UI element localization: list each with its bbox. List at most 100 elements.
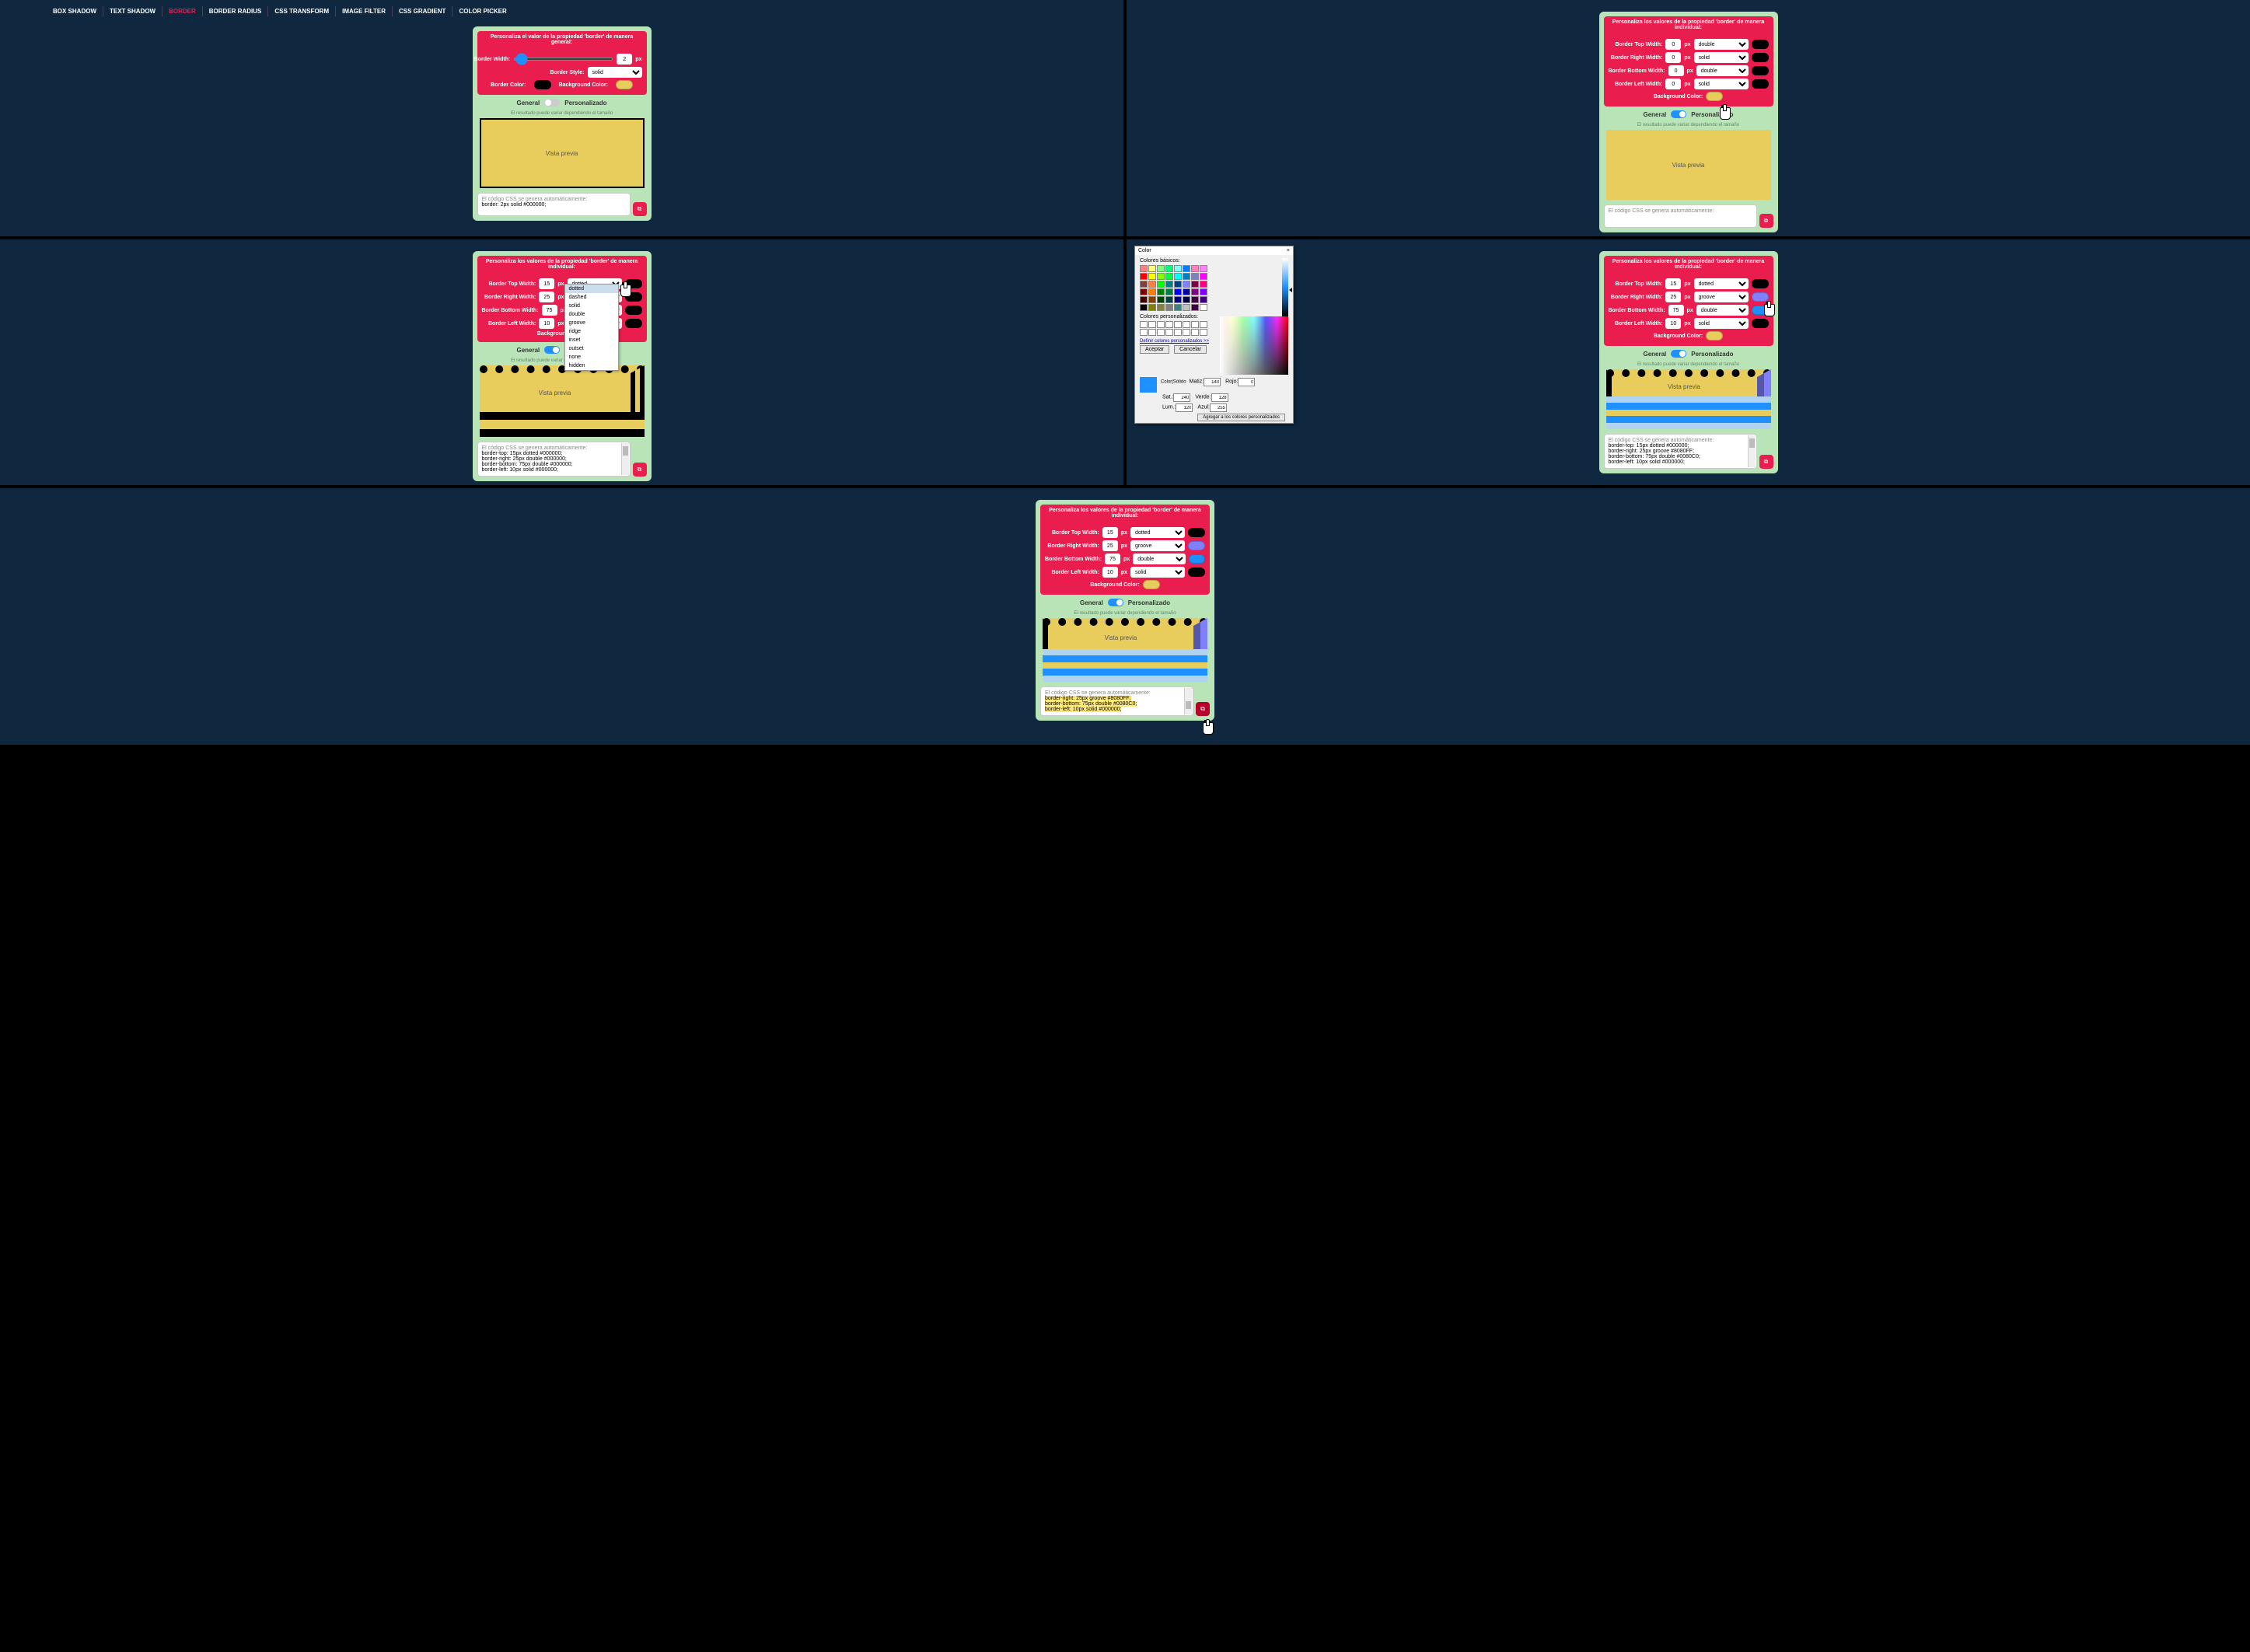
define-custom-link[interactable]: Definir colores personalizados >> [1140, 339, 1214, 344]
right-color-swatch[interactable] [1752, 53, 1769, 62]
right-width-input[interactable] [1665, 292, 1681, 302]
add-custom-button[interactable]: Agregar a los colores personalizados [1197, 414, 1285, 421]
copy-button[interactable]: ⧉ [1759, 214, 1773, 228]
nav-item-border[interactable]: BORDER [162, 6, 203, 16]
css-output[interactable]: El código CSS se genera automáticamente:… [477, 442, 631, 477]
swatch[interactable] [1140, 304, 1148, 311]
dropdown-option-solid[interactable]: solid [565, 302, 618, 310]
top-color-swatch[interactable] [1752, 279, 1769, 288]
custom-swatch[interactable] [1157, 329, 1165, 336]
accept-button[interactable]: Aceptar [1140, 345, 1169, 354]
nav-item-text-shadow[interactable]: TEXT SHADOW [103, 6, 162, 16]
swatch[interactable] [1165, 304, 1173, 311]
top-width-input[interactable] [1665, 39, 1681, 50]
swatch[interactable] [1183, 304, 1190, 311]
red-input[interactable] [1238, 378, 1255, 386]
swatch[interactable] [1183, 281, 1190, 288]
swatch[interactable] [1140, 296, 1148, 303]
swatch[interactable] [1191, 304, 1199, 311]
swatch[interactable] [1183, 296, 1190, 303]
copy-button[interactable]: ⧉ [1196, 702, 1210, 716]
bottom-width-input[interactable] [1668, 65, 1684, 76]
left-style-select[interactable]: solid [1694, 318, 1749, 329]
css-output[interactable]: El código CSS se genera automáticamente: [1604, 204, 1757, 228]
bg-color-swatch[interactable] [1706, 92, 1723, 101]
swatch[interactable] [1140, 273, 1148, 280]
left-width-input[interactable] [1665, 318, 1681, 329]
swatch[interactable] [1157, 273, 1165, 280]
bottom-color-swatch[interactable] [1189, 554, 1205, 564]
nav-item-box-shadow[interactable]: BOX SHADOW [47, 6, 103, 16]
dropdown-option-hidden[interactable]: hidden [565, 361, 618, 370]
custom-swatch[interactable] [1174, 329, 1182, 336]
dropdown-option-dashed[interactable]: dashed [565, 293, 618, 302]
border-color-swatch[interactable] [534, 80, 551, 89]
bg-color-swatch[interactable] [1143, 580, 1160, 589]
border-width-input[interactable] [617, 54, 632, 65]
bottom-width-input[interactable] [1668, 305, 1684, 316]
swatch[interactable] [1200, 273, 1207, 280]
swatch[interactable] [1200, 304, 1207, 311]
swatch[interactable] [1191, 281, 1199, 288]
swatch[interactable] [1191, 296, 1199, 303]
copy-button[interactable]: ⧉ [1759, 455, 1773, 469]
mode-toggle[interactable] [544, 346, 560, 354]
luminosity-slider[interactable] [1282, 258, 1288, 316]
left-width-input[interactable] [1102, 567, 1118, 578]
nav-item-image-filter[interactable]: IMAGE FILTER [336, 6, 393, 16]
swatch[interactable] [1157, 304, 1165, 311]
swatch[interactable] [1191, 265, 1199, 272]
dropdown-option-ridge[interactable]: ridge [565, 327, 618, 336]
bottom-color-swatch[interactable] [625, 306, 641, 315]
custom-swatch[interactable] [1140, 321, 1148, 328]
copy-button[interactable]: ⧉ [633, 202, 647, 216]
dropdown-option-inset[interactable]: inset [565, 336, 618, 344]
blue-input[interactable] [1210, 403, 1227, 412]
swatch[interactable] [1200, 288, 1207, 295]
swatch[interactable] [1200, 265, 1207, 272]
dropdown-option-dotted[interactable]: dotted [565, 285, 618, 293]
right-color-swatch[interactable] [1752, 292, 1769, 302]
swatch[interactable] [1191, 273, 1199, 280]
swatch[interactable] [1165, 273, 1173, 280]
css-output[interactable]: El código CSS se genera automáticamente:… [477, 193, 631, 216]
swatch[interactable] [1140, 288, 1148, 295]
top-width-input[interactable] [1665, 278, 1681, 289]
top-color-swatch[interactable] [1188, 528, 1205, 537]
swatch[interactable] [1157, 281, 1165, 288]
left-width-input[interactable] [539, 318, 554, 329]
nav-item-border-radius[interactable]: BORDER RADIUS [203, 6, 269, 16]
right-color-swatch[interactable] [1188, 541, 1205, 550]
basic-color-swatches[interactable] [1140, 265, 1214, 311]
custom-swatch[interactable] [1200, 329, 1207, 336]
style-dropdown-popup[interactable]: dotteddashedsoliddoublegrooveridgeinseto… [564, 284, 619, 371]
sat-input[interactable] [1173, 393, 1190, 402]
swatch[interactable] [1157, 288, 1165, 295]
custom-color-swatches[interactable] [1140, 321, 1214, 336]
lum-input[interactable] [1176, 403, 1193, 412]
swatch[interactable] [1165, 281, 1173, 288]
dropdown-option-groove[interactable]: groove [565, 319, 618, 327]
right-width-input[interactable] [1665, 52, 1681, 63]
swatch[interactable] [1200, 296, 1207, 303]
mode-toggle[interactable] [1671, 110, 1686, 118]
close-icon[interactable]: × [1287, 248, 1290, 253]
border-style-select[interactable]: solid [588, 67, 642, 78]
right-width-input[interactable] [1102, 540, 1118, 551]
swatch[interactable] [1174, 296, 1182, 303]
swatch[interactable] [1174, 265, 1182, 272]
custom-swatch[interactable] [1165, 329, 1173, 336]
css-output[interactable]: El código CSS se genera automáticamente:… [1040, 686, 1193, 716]
right-style-select[interactable]: groove [1694, 292, 1749, 302]
copy-button[interactable]: ⧉ [633, 463, 647, 477]
swatch[interactable] [1157, 296, 1165, 303]
nav-item-css-gradient[interactable]: CSS GRADIENT [393, 6, 452, 16]
swatch[interactable] [1148, 273, 1156, 280]
right-width-input[interactable] [539, 292, 554, 302]
swatch[interactable] [1140, 265, 1148, 272]
css-output[interactable]: El código CSS se genera automáticamente:… [1604, 434, 1757, 469]
swatch[interactable] [1183, 288, 1190, 295]
custom-swatch[interactable] [1200, 321, 1207, 328]
custom-swatch[interactable] [1157, 321, 1165, 328]
custom-swatch[interactable] [1183, 321, 1190, 328]
